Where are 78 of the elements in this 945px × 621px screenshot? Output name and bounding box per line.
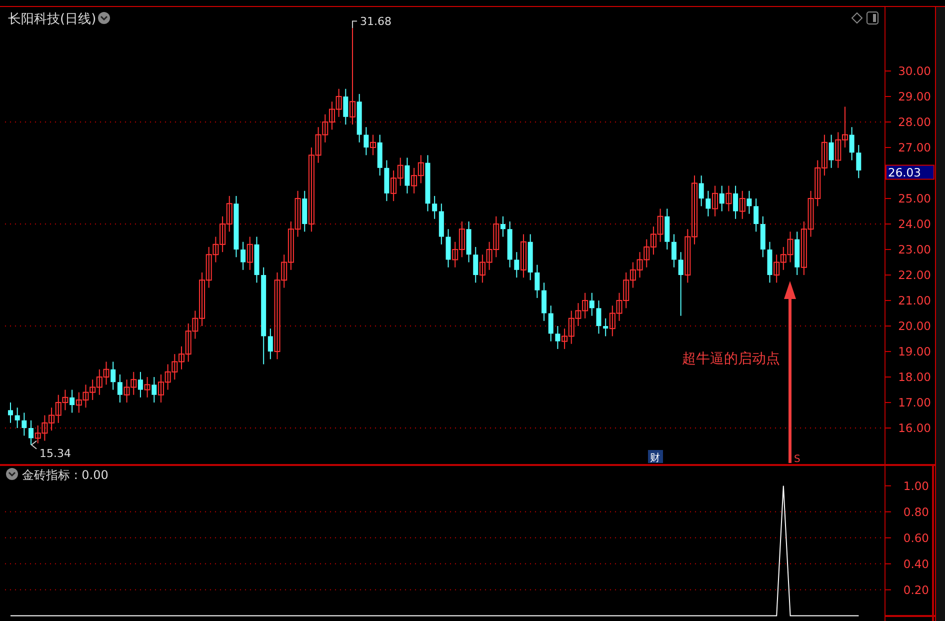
candlestick [370,134,376,156]
candlestick [8,402,13,424]
high-marker-line [352,20,358,29]
candlestick [117,374,122,404]
candlestick [520,234,526,278]
candlestick [856,144,862,179]
candlestick [152,376,157,404]
panel-toggle-icon[interactable] [866,12,878,24]
price-tick-label: 20.00 [898,319,931,334]
candlestick [678,252,684,316]
candlestick [446,228,451,268]
chevron-down-icon[interactable] [98,12,110,24]
candlestick [432,195,438,220]
price-tick-label: 25.00 [898,192,931,206]
indicator-tick-label: 0.80 [903,504,929,519]
price-tick-label: 30.00 [898,64,931,78]
candlestick [548,305,554,342]
event-badge[interactable]: 财 [648,450,663,464]
candlestick [14,407,20,429]
candlestick [542,282,547,322]
indicator-label: 金砖指标 : 0.00 [22,468,108,482]
candlestick [364,126,369,156]
price-tick-label: 28.00 [898,115,931,129]
low-marker-line [30,440,38,450]
candlestick [343,88,348,126]
signal-marker: S [794,454,800,465]
chart-title: 长阳科技(日线) [8,12,96,27]
candlestick [739,190,746,220]
candlestick [712,185,718,217]
candlestick [828,134,834,168]
price-tick-label: 29.00 [898,90,931,104]
candlestick [514,252,520,278]
candlestick [350,28,356,126]
candlestick [698,175,704,207]
candlestick [534,264,540,298]
candlestick [589,292,594,316]
diamond-icon[interactable] [851,12,863,24]
candlestick [555,326,560,350]
candlestick [746,190,752,214]
price-tick-label: 17.00 [898,396,931,410]
candlestick [473,246,478,284]
candlestick [754,198,759,232]
candlestick [110,361,116,390]
candlestick [144,376,150,398]
candlestick [404,157,410,194]
annotation-text: 超牛逼的启动点 [682,351,780,367]
candlestick [849,126,854,161]
price-tick-label: 24.00 [898,217,931,232]
indicator-tick-label: 1.00 [903,478,929,493]
candlestick [268,328,273,360]
candlestick [28,420,34,446]
indicator-tick-label: 0.20 [903,582,929,597]
candlestick [246,236,253,270]
candlestick [603,318,608,337]
candlestick [500,216,506,238]
price-tick-label: 19.00 [898,344,931,359]
candlestick [138,371,143,398]
price-tick-label: 27.00 [898,140,931,154]
candlestick [706,190,711,217]
candlestick [719,185,724,212]
low-price-label: 15.34 [40,446,72,460]
price-tick-label: 21.00 [898,294,931,308]
candlestick [733,185,738,220]
last-price-tag: 26.03 [886,164,934,180]
candlestick [240,241,246,270]
candlestick [596,300,602,334]
high-price-label: 31.68 [360,15,392,28]
candlestick [726,185,732,212]
candlestick [22,412,27,436]
chevron-down-icon[interactable] [6,468,18,480]
price-tick-label: 16.00 [898,421,931,436]
indicator-tick-label: 0.40 [903,556,929,571]
price-tick-label: 22.00 [898,268,931,282]
price-tick-label: 18.00 [898,370,931,384]
indicator-tick-label: 0.60 [903,530,929,545]
candlestick [70,389,75,414]
candlestick [671,234,676,268]
price-tick-label: 23.00 [898,242,931,257]
